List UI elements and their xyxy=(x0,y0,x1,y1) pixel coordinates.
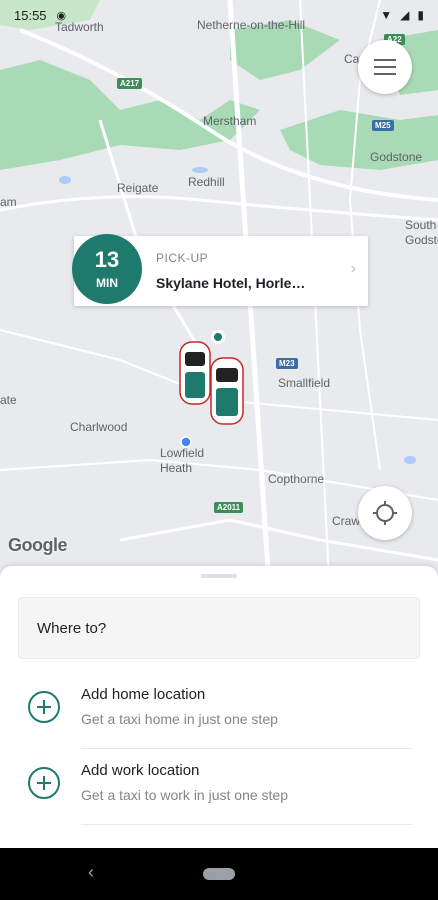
divider xyxy=(81,824,412,825)
road-shield: M25 xyxy=(372,120,394,131)
map-label: Reigate xyxy=(117,181,159,195)
pickup-address: Skylane Hotel, Horle… xyxy=(156,275,306,291)
eta-badge: 13 MIN xyxy=(72,234,142,304)
pickup-label: PICK-UP xyxy=(156,251,209,265)
battery-icon: ▮ xyxy=(417,8,424,22)
map-label: am xyxy=(0,195,17,209)
road-shield: M23 xyxy=(276,358,298,369)
add-circle-icon xyxy=(28,691,60,723)
bottom-sheet: Where to? Add home location Get a taxi h… xyxy=(0,566,438,848)
map-label: Godstone xyxy=(370,150,423,164)
search-placeholder: Where to? xyxy=(37,619,107,637)
home-pill-icon[interactable] xyxy=(203,868,235,880)
map-label: ate xyxy=(0,393,17,407)
map-label: South Godstone xyxy=(405,218,438,247)
system-nav-bar: ‹ xyxy=(0,848,438,900)
status-bar: 15:55 ◉ ▼ ◢ ▮ xyxy=(0,0,438,30)
chevron-right-icon: › xyxy=(350,260,356,277)
work-title: Add work location xyxy=(81,762,200,779)
home-title: Add home location xyxy=(81,686,206,703)
status-time: 15:55 xyxy=(14,7,47,23)
hamburger-icon xyxy=(374,59,396,75)
map-label: Lowfield Heath xyxy=(160,446,205,475)
map-label: Smallfield xyxy=(278,376,331,390)
eta-number: 13 xyxy=(94,247,120,272)
add-work-location-item[interactable]: Add work location Get a taxi to work in … xyxy=(0,749,438,825)
road-shield: A217 xyxy=(117,78,143,89)
menu-button[interactable] xyxy=(358,40,412,94)
crosshair-icon xyxy=(373,501,397,525)
google-attribution: Google xyxy=(8,535,68,555)
road-shield: A2011 xyxy=(214,502,244,513)
map-label: Redhill xyxy=(188,175,225,189)
status-icons: ▼ ◢ ▮ xyxy=(380,8,424,22)
wifi-icon: ▼ xyxy=(380,8,393,22)
signal-icon: ◢ xyxy=(400,8,410,22)
add-circle-icon xyxy=(28,767,60,799)
map-label: Merstham xyxy=(203,114,257,128)
eta-unit: MIN xyxy=(96,276,118,290)
eye-icon: ◉ xyxy=(56,9,67,22)
map-label: Copthorne xyxy=(268,472,325,486)
back-icon[interactable]: ‹ xyxy=(88,862,94,883)
work-subtitle: Get a taxi to work in just one step xyxy=(81,787,288,803)
home-subtitle: Get a taxi home in just one step xyxy=(81,711,278,727)
destination-search-field[interactable]: Where to? xyxy=(18,597,420,659)
map-label: Charlwood xyxy=(70,420,128,434)
add-home-location-item[interactable]: Add home location Get a taxi home in jus… xyxy=(0,673,438,749)
my-location-button[interactable] xyxy=(358,486,412,540)
sheet-handle[interactable] xyxy=(201,574,237,578)
